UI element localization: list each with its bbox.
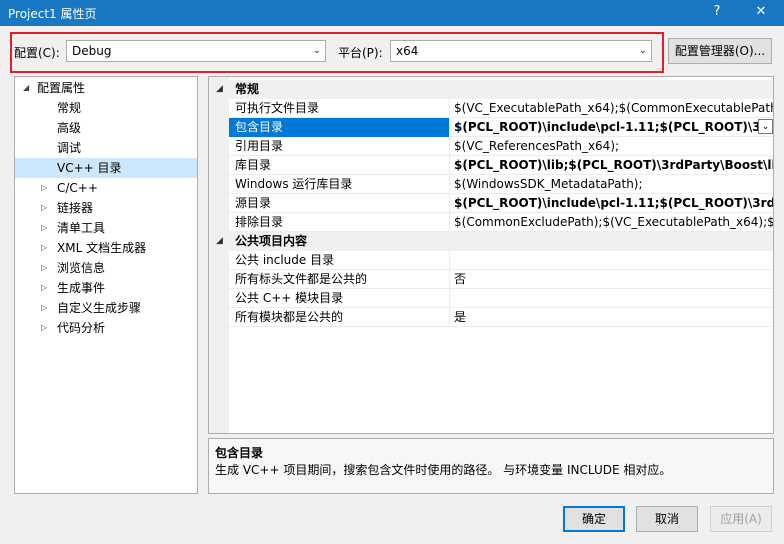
config-manager-button[interactable]: 配置管理器(O)... — [668, 38, 772, 64]
property-row[interactable]: 库目录 $(PCL_ROOT)\lib;$(PCL_ROOT)\3rdParty\… — [229, 156, 773, 175]
property-value[interactable]: $(WindowsSDK_MetadataPath); — [449, 175, 773, 193]
property-row[interactable]: Windows 运行库目录 $(WindowsSDK_MetadataPath); — [229, 175, 773, 194]
tree-item[interactable]: ▷ 代码分析 — [15, 318, 197, 338]
property-name: 所有模块都是公共的 — [235, 310, 344, 324]
chevron-down-icon: ⌄ — [638, 45, 647, 56]
property-name: Windows 运行库目录 — [235, 177, 353, 191]
category-title: 公共项目内容 — [235, 234, 308, 248]
close-button[interactable]: ✕ — [746, 2, 776, 22]
collapsed-arrow-icon[interactable]: ▷ — [41, 238, 47, 258]
property-name: 可执行文件目录 — [235, 101, 320, 115]
property-name: 源目录 — [235, 196, 272, 210]
tree-item[interactable]: 调试 — [15, 138, 197, 158]
tree-item-label: 代码分析 — [57, 321, 106, 335]
tree-item-label: 浏览信息 — [57, 261, 106, 275]
property-value[interactable]: $(PCL_ROOT)\include\pcl-1.11;$(PCL_ROOT)… — [449, 118, 773, 136]
tree-item[interactable]: ▷ 清单工具 — [15, 218, 197, 238]
property-row[interactable]: 所有标头文件都是公共的 否 — [229, 270, 773, 289]
apply-button[interactable]: 应用(A) — [710, 506, 772, 532]
tree-item-label: C/C++ — [57, 181, 98, 195]
category-header[interactable]: ◢ 常规 — [209, 80, 773, 99]
chevron-down-icon: ⌄ — [312, 45, 321, 56]
property-row[interactable]: 引用目录 $(VC_ReferencesPath_x64); — [229, 137, 773, 156]
tree-item-label: 链接器 — [57, 201, 94, 215]
property-value[interactable]: $(VC_ExecutablePath_x64);$(CommonExecuta… — [449, 99, 773, 117]
property-row[interactable]: 源目录 $(PCL_ROOT)\include\pcl-1.11;$(PCL_RO… — [229, 194, 773, 213]
tree-item[interactable]: ▷ 浏览信息 — [15, 258, 197, 278]
platform-select[interactable]: x64 ⌄ — [390, 40, 652, 62]
help-button[interactable]: ? — [702, 2, 732, 22]
property-row[interactable]: 所有模块都是公共的 是 — [229, 308, 773, 327]
collapsed-arrow-icon[interactable]: ▷ — [41, 178, 47, 198]
tree-item-label: XML 文档生成器 — [57, 241, 147, 255]
property-value[interactable]: 否 — [449, 270, 773, 288]
tree-item[interactable]: ▷ 自定义生成步骤 — [15, 298, 197, 318]
grid-gutter — [209, 77, 229, 433]
tree-item-label: 常规 — [57, 101, 82, 115]
platform-label: 平台(P): — [338, 46, 383, 60]
property-grid[interactable]: ◢ 常规可执行文件目录 $(VC_ExecutablePath_x64);$(Com… — [208, 76, 774, 434]
description-panel: 包含目录 生成 VC++ 项目期间，搜索包含文件时使用的路径。 与环境变量 IN… — [208, 438, 774, 494]
collapsed-arrow-icon[interactable]: ▷ — [41, 298, 47, 318]
collapsed-arrow-icon[interactable]: ▷ — [41, 218, 47, 238]
category-title: 常规 — [235, 82, 260, 96]
property-row[interactable]: 公共 C++ 模块目录 — [229, 289, 773, 308]
tree-item[interactable]: ▷ 链接器 — [15, 198, 197, 218]
tree-item[interactable]: ◢ 配置属性 — [15, 78, 197, 98]
cancel-button[interactable]: 取消 — [636, 506, 698, 532]
category-header[interactable]: ◢ 公共项目内容 — [209, 232, 773, 251]
property-tree[interactable]: ◢ 配置属性常规高级调试 VC++ 目录 ▷ C/C++ ▷ 链接器 ▷ 清单工具 ▷ XML 文档… — [14, 76, 198, 494]
property-row[interactable]: 包含目录 $(PCL_ROOT)\include\pcl-1.11;$(PCL_R… — [229, 118, 773, 137]
tree-item[interactable]: 常规 — [15, 98, 197, 118]
description-title: 包含目录 — [215, 446, 264, 460]
tree-item-label: 自定义生成步骤 — [57, 301, 142, 315]
title-bar: Project1 属性页 ? ✕ — [0, 0, 784, 26]
ok-button[interactable]: 确定 — [563, 506, 625, 532]
tree-item-label: 配置属性 — [37, 81, 86, 95]
property-value[interactable] — [449, 251, 773, 269]
collapsed-arrow-icon[interactable]: ▷ — [41, 198, 47, 218]
property-row[interactable]: 可执行文件目录 $(VC_ExecutablePath_x64);$(Common… — [229, 99, 773, 118]
config-select[interactable]: Debug ⌄ — [66, 40, 326, 62]
expanded-arrow-icon[interactable]: ◢ — [216, 80, 223, 99]
tree-item[interactable]: VC++ 目录 — [15, 158, 197, 178]
collapsed-arrow-icon[interactable]: ▷ — [41, 318, 47, 338]
window-title: Project1 属性页 — [8, 7, 97, 21]
tree-item-label: 高级 — [57, 121, 82, 135]
config-label: 配置(C): — [14, 46, 60, 60]
expanded-arrow-icon[interactable]: ◢ — [23, 78, 29, 98]
tree-item[interactable]: ▷ C/C++ — [15, 178, 197, 198]
property-name: 公共 include 目录 — [235, 253, 335, 267]
property-name: 库目录 — [235, 158, 272, 172]
property-row[interactable]: 排除目录 $(CommonExcludePath);$(VC_Executable… — [229, 213, 773, 232]
collapsed-arrow-icon[interactable]: ▷ — [41, 278, 47, 298]
collapsed-arrow-icon[interactable]: ▷ — [41, 258, 47, 278]
tree-item[interactable]: ▷ XML 文档生成器 — [15, 238, 197, 258]
tree-item[interactable]: 高级 — [15, 118, 197, 138]
property-name: 包含目录 — [229, 118, 449, 137]
property-name: 所有标头文件都是公共的 — [235, 272, 368, 286]
property-name: 排除目录 — [235, 215, 284, 229]
property-name: 引用目录 — [235, 139, 284, 153]
expanded-arrow-icon[interactable]: ◢ — [216, 232, 223, 251]
property-value[interactable]: $(VC_ReferencesPath_x64); — [449, 137, 773, 155]
property-value[interactable] — [449, 289, 773, 307]
tree-item-label: VC++ 目录 — [57, 161, 122, 175]
property-name: 公共 C++ 模块目录 — [235, 291, 344, 305]
tree-item-label: 生成事件 — [57, 281, 106, 295]
property-value[interactable]: $(PCL_ROOT)\lib;$(PCL_ROOT)\3rdParty\Boo… — [449, 156, 773, 174]
tree-item-label: 清单工具 — [57, 221, 106, 235]
property-row[interactable]: 公共 include 目录 — [229, 251, 773, 270]
tree-item[interactable]: ▷ 生成事件 — [15, 278, 197, 298]
config-value: Debug — [72, 44, 112, 58]
description-text: 生成 VC++ 项目期间，搜索包含文件时使用的路径。 与环境变量 INCLUDE… — [215, 463, 672, 477]
platform-value: x64 — [396, 44, 419, 58]
tree-item-label: 调试 — [57, 141, 82, 155]
property-value[interactable]: $(PCL_ROOT)\include\pcl-1.11;$(PCL_ROOT)… — [449, 194, 773, 212]
property-value[interactable]: 是 — [449, 308, 773, 326]
chevron-down-icon[interactable]: ⌄ — [758, 119, 773, 134]
property-value[interactable]: $(CommonExcludePath);$(VC_ExecutablePath… — [449, 213, 773, 231]
